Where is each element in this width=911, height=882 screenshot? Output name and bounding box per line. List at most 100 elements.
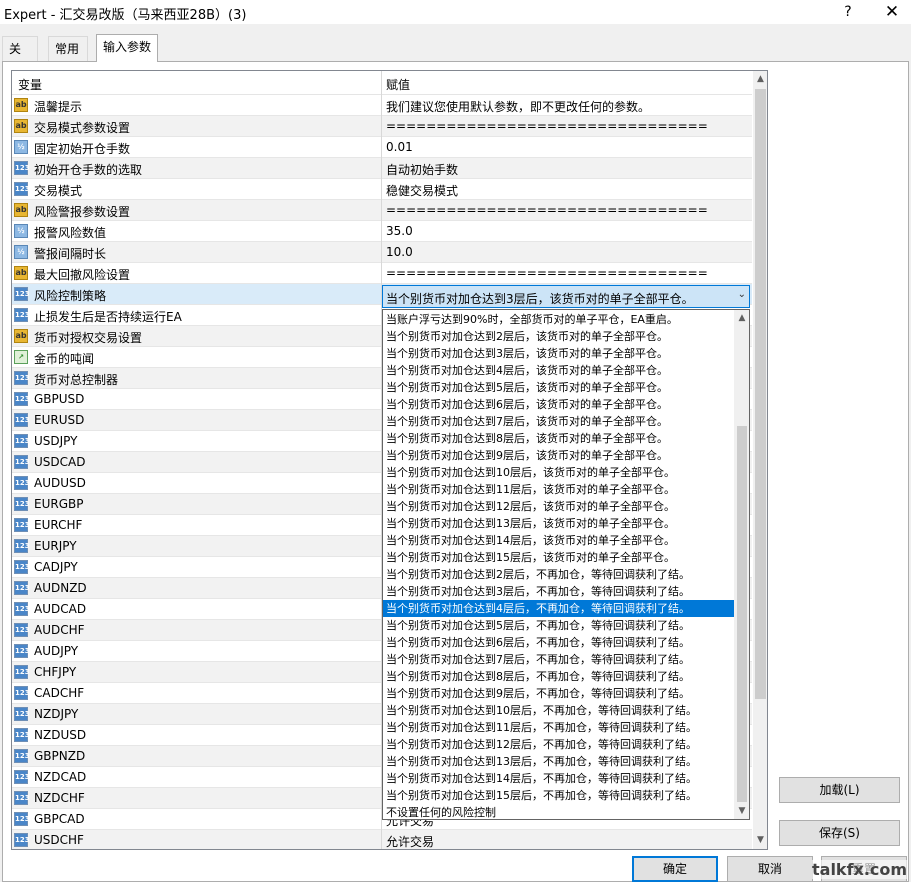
integer-type-icon: 123 — [14, 161, 30, 175]
help-button[interactable]: ? — [834, 1, 862, 23]
variable-name: 警报间隔时长 — [34, 247, 107, 261]
variable-name: 报警风险数值 — [34, 226, 107, 240]
integer-type-icon: 123 — [14, 623, 30, 637]
variable-value[interactable]: 我们建议您使用默认参数，即不更改任何的参数。 — [386, 98, 650, 115]
ok-button[interactable]: 确定 — [632, 856, 718, 882]
table-row[interactable]: ½ 警报间隔时长 10.0 — [12, 242, 752, 263]
integer-type-icon: 123 — [14, 308, 30, 322]
dropdown-option[interactable]: 当个别货币对加仓达到14层后，该货币对的单子全部平仓。 — [383, 532, 734, 549]
dropdown-option[interactable]: 当个别货币对加仓达到6层后，不再加仓，等待回调获利了结。 — [383, 634, 734, 651]
integer-type-icon: 123 — [14, 686, 30, 700]
variable-value[interactable]: 允许交易 — [386, 833, 434, 849]
scroll-up-icon[interactable]: ▲ — [753, 71, 767, 88]
variable-value[interactable]: 自动初始手数 — [386, 161, 458, 178]
title-bar: Expert - 汇交易改版（马来西亚28B）(3) ? ✕ — [0, 0, 911, 24]
scroll-thumb[interactable] — [737, 426, 747, 802]
string-type-icon: ab — [14, 98, 28, 112]
dropdown-option[interactable]: 当个别货币对加仓达到9层后，不再加仓，等待回调获利了结。 — [383, 685, 734, 702]
dropdown-option[interactable]: 当个别货币对加仓达到11层后，不再加仓，等待回调获利了结。 — [383, 719, 734, 736]
dropdown-option[interactable]: 当个别货币对加仓达到2层后，该货币对的单子全部平仓。 — [383, 328, 734, 345]
variable-name: NZDJPY — [34, 707, 79, 721]
string-type-icon: ab — [14, 266, 28, 280]
cancel-button[interactable]: 取消 — [727, 856, 813, 882]
dropdown-option[interactable]: 当个别货币对加仓达到7层后，该货币对的单子全部平仓。 — [383, 413, 734, 430]
integer-type-icon: 123 — [14, 539, 30, 553]
tab-inputs[interactable]: 输入参数 — [96, 34, 158, 62]
integer-type-icon: 123 — [14, 602, 30, 616]
table-row[interactable]: ½ 固定初始开仓手数 0.01 — [12, 137, 752, 158]
load-button[interactable]: 加载(L) — [779, 777, 900, 803]
variable-value[interactable]: ================================ — [386, 203, 708, 217]
table-row[interactable]: 123 交易模式 稳健交易模式 — [12, 179, 752, 200]
variable-value[interactable]: 稳健交易模式 — [386, 182, 458, 199]
dropdown-option[interactable]: 当个别货币对加仓达到8层后，该货币对的单子全部平仓。 — [383, 430, 734, 447]
integer-type-icon: 123 — [14, 833, 30, 847]
dropdown-option[interactable]: 当个别货币对加仓达到11层后，该货币对的单子全部平仓。 — [383, 481, 734, 498]
dropdown-option[interactable]: 当个别货币对加仓达到5层后，不再加仓，等待回调获利了结。 — [383, 617, 734, 634]
dropdown-option[interactable]: 当个别货币对加仓达到15层后，不再加仓，等待回调获利了结。 — [383, 787, 734, 804]
integer-type-icon: 123 — [14, 371, 30, 385]
integer-type-icon: 123 — [14, 812, 30, 826]
table-row[interactable]: ½ 报警风险数值 35.0 — [12, 221, 752, 242]
variable-value[interactable]: ================================ — [386, 266, 708, 280]
tab-common[interactable]: 常用 — [48, 36, 88, 62]
variable-value[interactable]: 0.01 — [386, 140, 413, 154]
close-button[interactable]: ✕ — [878, 1, 906, 23]
dropdown-option[interactable]: 当个别货币对加仓达到12层后，该货币对的单子全部平仓。 — [383, 498, 734, 515]
dropdown-option[interactable]: 当个别货币对加仓达到4层后，该货币对的单子全部平仓。 — [383, 362, 734, 379]
dropdown-option[interactable]: 当个别货币对加仓达到14层后，不再加仓，等待回调获利了结。 — [383, 770, 734, 787]
dropdown-option[interactable]: 当个别货币对加仓达到13层后，不再加仓，等待回调获利了结。 — [383, 753, 734, 770]
variable-value[interactable]: 10.0 — [386, 245, 413, 259]
table-row[interactable]: ab 交易模式参数设置 ==============================… — [12, 116, 752, 137]
dropdown-option[interactable]: 当个别货币对加仓达到10层后，不再加仓，等待回调获利了结。 — [383, 702, 734, 719]
dropdown-option[interactable]: 当个别货币对加仓达到9层后，该货币对的单子全部平仓。 — [383, 447, 734, 464]
tab-about[interactable]: 关于 — [2, 36, 38, 80]
dropdown-option[interactable]: 当个别货币对加仓达到12层后，不再加仓，等待回调获利了结。 — [383, 736, 734, 753]
scroll-up-icon[interactable]: ▲ — [734, 310, 749, 326]
dropdown-option[interactable]: 当个别货币对加仓达到3层后，不再加仓，等待回调获利了结。 — [383, 583, 734, 600]
dropdown-option[interactable]: 当个别货币对加仓达到5层后，该货币对的单子全部平仓。 — [383, 379, 734, 396]
variable-name: 交易模式参数设置 — [34, 121, 131, 135]
integer-type-icon: 123 — [14, 497, 30, 511]
table-row[interactable]: ab 温馨提示 我们建议您使用默认参数，即不更改任何的参数。 — [12, 95, 752, 116]
save-button[interactable]: 保存(S) — [779, 820, 900, 846]
dropdown-option[interactable]: 当个别货币对加仓达到3层后，该货币对的单子全部平仓。 — [383, 345, 734, 362]
table-row[interactable]: ab 风险警报参数设置 ==============================… — [12, 200, 752, 221]
header-value[interactable]: 赋值 — [386, 76, 410, 93]
variable-name: GBPUSD — [34, 392, 85, 406]
variable-name: GBPCAD — [34, 812, 85, 826]
variable-name: CHFJPY — [34, 665, 77, 679]
dropdown-option[interactable]: 当个别货币对加仓达到2层后，不再加仓，等待回调获利了结。 — [383, 566, 734, 583]
chevron-down-icon[interactable]: ⌄ — [738, 289, 746, 300]
scroll-down-icon[interactable]: ▼ — [734, 803, 749, 819]
dropdown-option[interactable]: 当个别货币对加仓达到8层后，不再加仓，等待回调获利了结。 — [383, 668, 734, 685]
dropdown-option[interactable]: 当个别货币对加仓达到15层后，该货币对的单子全部平仓。 — [383, 549, 734, 566]
variable-name: AUDJPY — [34, 644, 79, 658]
dropdown-option[interactable]: 当个别货币对加仓达到13层后，该货币对的单子全部平仓。 — [383, 515, 734, 532]
integer-type-icon: 123 — [14, 455, 30, 469]
integer-type-icon: 123 — [14, 791, 30, 805]
variable-value[interactable]: ================================ — [386, 119, 708, 133]
dropdown-option[interactable]: 当个别货币对加仓达到6层后，该货币对的单子全部平仓。 — [383, 396, 734, 413]
dropdown-option[interactable]: 当个别货币对加仓达到4层后，不再加仓，等待回调获利了结。 — [383, 600, 734, 617]
variable-name: USDJPY — [34, 434, 78, 448]
dropdown-option[interactable]: 当账户浮亏达到90%时，全部货币对的单子平仓，EA重启。 — [383, 311, 734, 328]
variable-name: EURGBP — [34, 497, 84, 511]
dropdown-scrollbar[interactable]: ▲ ▼ — [734, 310, 749, 819]
table-row[interactable]: 123 USDCHF 允许交易 — [12, 830, 752, 849]
dropdown-option[interactable]: 不设置任何的风险控制 — [383, 804, 734, 819]
scroll-down-icon[interactable]: ▼ — [753, 832, 767, 849]
color-type-icon: ↗ — [14, 350, 28, 364]
select-value: 当个别货币对加仓达到3层后，该货币对的单子全部平仓。 — [386, 292, 694, 306]
dropdown-option[interactable]: 当个别货币对加仓达到10层后，该货币对的单子全部平仓。 — [383, 464, 734, 481]
grid-header: 变量 赋值 — [12, 71, 752, 95]
string-type-icon: ab — [14, 203, 28, 217]
risk-strategy-select[interactable]: 当个别货币对加仓达到3层后，该货币对的单子全部平仓。 ⌄ — [382, 285, 750, 308]
table-row[interactable]: ab 最大回撤风险设置 ==============================… — [12, 263, 752, 284]
table-row[interactable]: 123 初始开仓手数的选取 自动初始手数 — [12, 158, 752, 179]
header-variable[interactable]: 变量 — [18, 76, 42, 93]
grid-scrollbar[interactable]: ▲ ▼ — [753, 71, 767, 849]
scroll-thumb[interactable] — [755, 89, 766, 699]
variable-value[interactable]: 35.0 — [386, 224, 413, 238]
dropdown-option[interactable]: 当个别货币对加仓达到7层后，不再加仓，等待回调获利了结。 — [383, 651, 734, 668]
